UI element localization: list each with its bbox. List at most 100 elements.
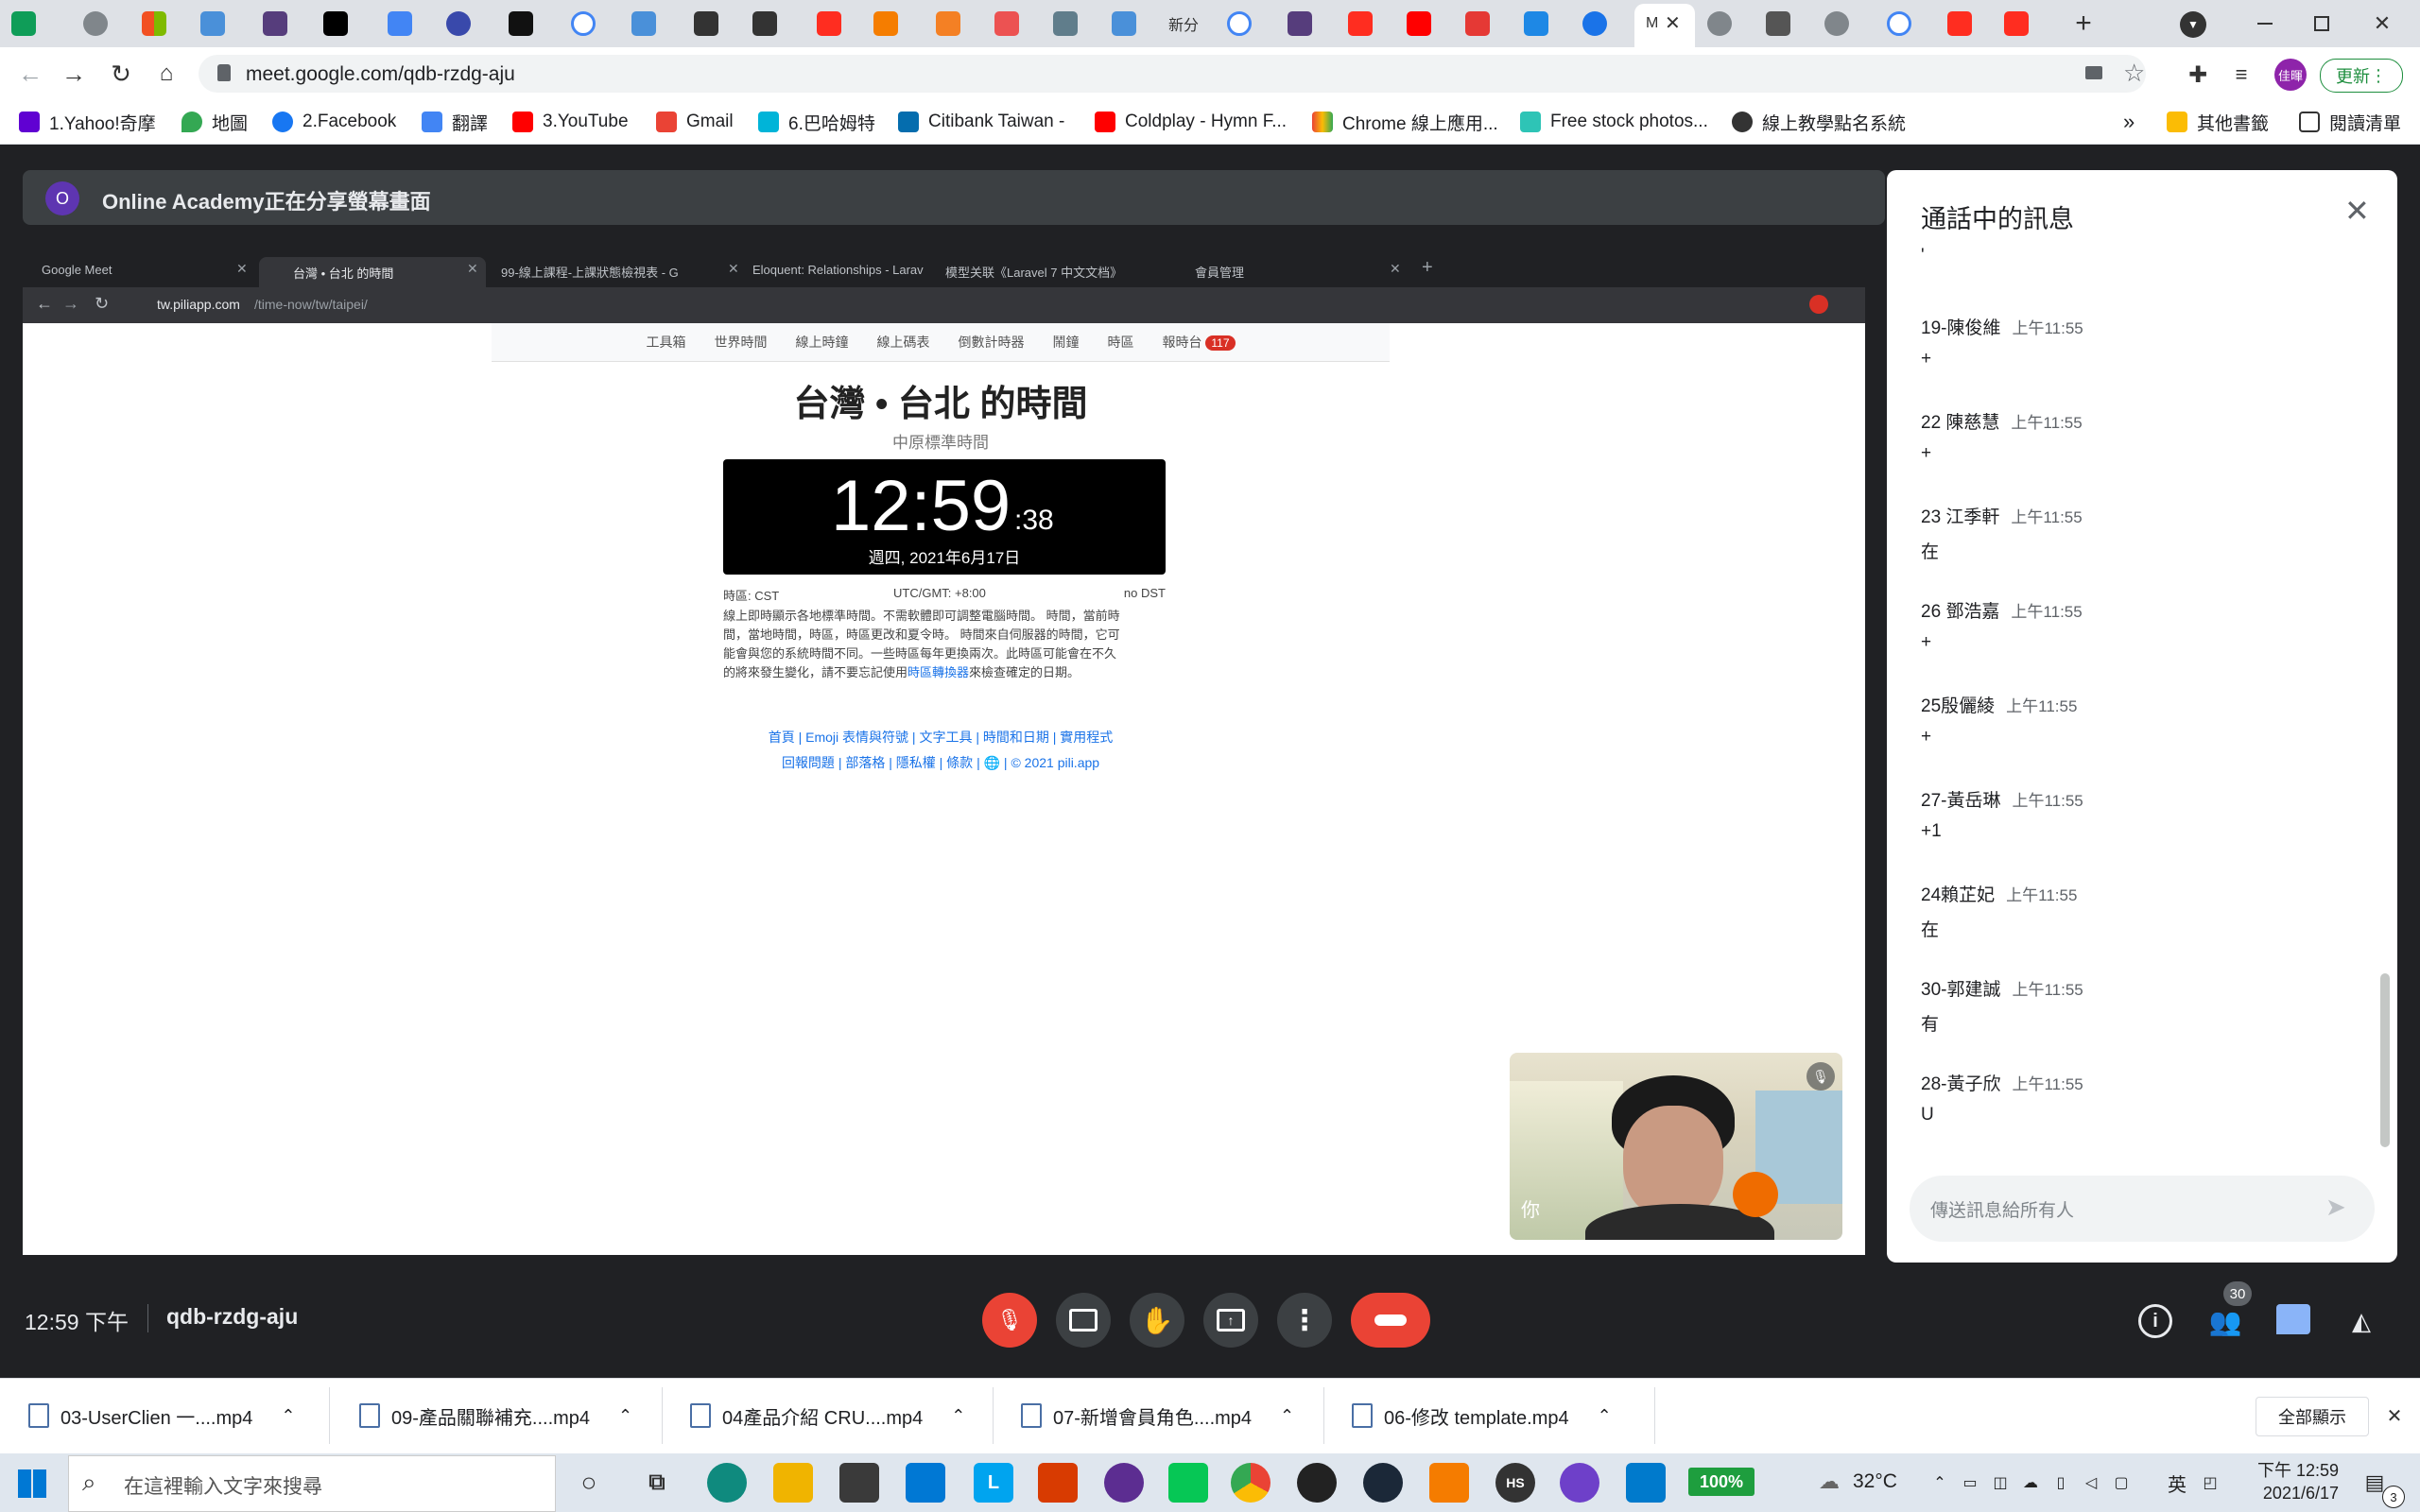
tab-image-3[interactable]: [1112, 9, 1136, 38]
close-window-icon[interactable]: ✕: [2363, 9, 2401, 38]
new-tab-button[interactable]: +: [2066, 8, 2100, 39]
bookmark-chrome-store[interactable]: Chrome 線上應用...: [1312, 108, 1498, 136]
steam-icon[interactable]: [1363, 1463, 1403, 1503]
download-item[interactable]: 09-產品關聯補充....mp4 ⌃: [359, 1397, 632, 1435]
network-icon[interactable]: ▢: [2110, 1470, 2133, 1495]
tab-circle[interactable]: [446, 9, 471, 38]
tab-google-2[interactable]: [1227, 9, 1252, 38]
cortana-icon[interactable]: ○: [569, 1463, 609, 1503]
tab-google-meet-active[interactable]: M ✕: [1634, 4, 1695, 47]
activities-icon[interactable]: ◭: [2344, 1304, 2378, 1338]
tab-google-3[interactable]: [1887, 9, 1911, 38]
onedrive-icon[interactable]: ☁: [2019, 1470, 2042, 1495]
tab-doc[interactable]: [1766, 9, 1790, 38]
home-icon[interactable]: ⌂: [151, 59, 182, 89]
display-icon[interactable]: ◫: [1989, 1470, 2012, 1495]
chevron-up-icon[interactable]: ⌃: [1598, 1406, 1612, 1426]
chevron-up-icon[interactable]: ⌃: [618, 1406, 632, 1426]
bookmark-citibank[interactable]: Citibank Taiwan -: [898, 108, 1064, 136]
tab-ithome-2[interactable]: [752, 9, 777, 38]
send-icon[interactable]: ➤: [2325, 1193, 2346, 1222]
github-desktop-icon[interactable]: [1297, 1463, 1337, 1503]
bookmark-gmail[interactable]: Gmail: [656, 108, 734, 136]
tab-send[interactable]: [1053, 9, 1078, 38]
extensions-icon[interactable]: ✚: [2184, 60, 2212, 89]
chevron-up-icon[interactable]: ⌃: [1280, 1406, 1294, 1426]
tab-laravel[interactable]: [817, 9, 841, 38]
tab-laravel-3[interactable]: [1947, 9, 1972, 38]
restore-icon[interactable]: [2303, 9, 2341, 38]
bookmark-translate[interactable]: 翻譯: [422, 108, 488, 136]
chevron-up-icon[interactable]: ⌃: [951, 1406, 965, 1426]
download-item[interactable]: 03-UserClien 一....mp4 ⌃: [28, 1397, 296, 1435]
back-icon[interactable]: ←: [15, 59, 45, 89]
xampp-icon[interactable]: [1429, 1463, 1469, 1503]
tab-app[interactable]: [509, 9, 533, 38]
tab-ithome[interactable]: [694, 9, 718, 38]
temperature-text[interactable]: 32°C: [1853, 1470, 1897, 1493]
messenger-icon[interactable]: [1104, 1463, 1144, 1503]
minimize-icon[interactable]: [2246, 9, 2284, 38]
tab-microsoft[interactable]: [142, 9, 166, 38]
tab-new-tab[interactable]: 新分: [1168, 9, 1199, 38]
bookmark-maps[interactable]: 地圖: [182, 108, 248, 136]
chat-icon[interactable]: [2276, 1304, 2310, 1334]
forward-icon[interactable]: →: [59, 59, 89, 89]
tab-bootstrap[interactable]: [263, 9, 287, 38]
office-icon[interactable]: [1038, 1463, 1078, 1503]
ime-mode-icon[interactable]: ◰: [2199, 1470, 2221, 1495]
close-chat-icon[interactable]: ✕: [2344, 193, 2370, 229]
download-item[interactable]: 06-修改 template.mp4 ⌃: [1352, 1397, 1612, 1435]
usb-icon[interactable]: ▯: [2049, 1470, 2072, 1495]
mic-toggle-button[interactable]: 🎙: [982, 1293, 1037, 1348]
meeting-info-icon[interactable]: i: [2138, 1304, 2172, 1338]
show-all-downloads-button[interactable]: 全部顯示: [2256, 1397, 2369, 1436]
system-clock[interactable]: 下午 12:59 2021/6/17: [2240, 1459, 2339, 1504]
tab-blogger[interactable]: [873, 9, 898, 38]
mail-icon[interactable]: [906, 1463, 945, 1503]
star-icon[interactable]: ☆: [2123, 59, 2145, 88]
tab-sheets[interactable]: [11, 9, 36, 38]
windows-start-icon[interactable]: [15, 1467, 49, 1501]
edge-icon[interactable]: [707, 1463, 747, 1503]
present-button[interactable]: ↑: [1203, 1293, 1258, 1348]
vscode-icon[interactable]: [1626, 1463, 1666, 1503]
tab-image-2[interactable]: [631, 9, 656, 38]
other-bookmarks[interactable]: 其他書籤: [2167, 108, 2269, 136]
bookmark-roll-call[interactable]: 線上教學點名系統: [1732, 108, 1906, 136]
bookmark-yahoo[interactable]: 1.Yahoo!奇摩: [19, 108, 156, 136]
download-item[interactable]: 04產品介紹 CRU....mp4 ⌃: [690, 1397, 965, 1435]
bookmark-facebook[interactable]: 2.Facebook: [272, 108, 396, 136]
chat-scrollbar[interactable]: [2380, 973, 2390, 1147]
tab-bootstrap-2[interactable]: [1288, 9, 1312, 38]
bookmark-bahamut[interactable]: 6.巴哈姆特: [758, 108, 875, 136]
tab-image[interactable]: [200, 9, 225, 38]
store-icon[interactable]: [839, 1463, 879, 1503]
chat-input[interactable]: 傳送訊息給所有人 ➤: [1910, 1176, 2375, 1242]
task-view-icon[interactable]: ⧉: [637, 1463, 677, 1503]
bookmark-coldplay[interactable]: Coldplay - Hymn F...: [1095, 108, 1287, 136]
heidisql-icon[interactable]: HS: [1495, 1463, 1535, 1503]
tab-medium[interactable]: [323, 9, 348, 38]
reading-list[interactable]: 閱讀清單: [2299, 108, 2401, 136]
tab-f[interactable]: [1524, 9, 1548, 38]
chrome-icon[interactable]: [1231, 1463, 1270, 1503]
tab-youtube[interactable]: [1407, 9, 1431, 38]
tab-globe-2[interactable]: [1707, 9, 1732, 38]
tab-translate[interactable]: [388, 9, 412, 38]
more-bookmarks-button[interactable]: »: [2123, 108, 2135, 136]
speaker-icon[interactable]: ◁: [2080, 1470, 2102, 1495]
battery-indicator[interactable]: 100%: [1688, 1468, 1754, 1496]
tab-stackoverflow[interactable]: [936, 9, 960, 38]
weather-icon[interactable]: ☁: [1813, 1468, 1845, 1496]
self-view-tile[interactable]: 你 🎙: [1510, 1053, 1842, 1240]
media-control-icon[interactable]: ≡: [2227, 60, 2256, 89]
tab-settings[interactable]: [1582, 9, 1607, 38]
tab-google[interactable]: [571, 9, 596, 38]
more-options-button[interactable]: ⋮: [1277, 1293, 1332, 1348]
github-icon[interactable]: [1560, 1463, 1599, 1503]
chevron-up-icon[interactable]: ⌃: [1928, 1470, 1951, 1495]
l-app-icon[interactable]: L: [974, 1463, 1013, 1503]
people-icon[interactable]: 👥: [2206, 1304, 2244, 1338]
battery-icon[interactable]: ▭: [1959, 1470, 1981, 1495]
